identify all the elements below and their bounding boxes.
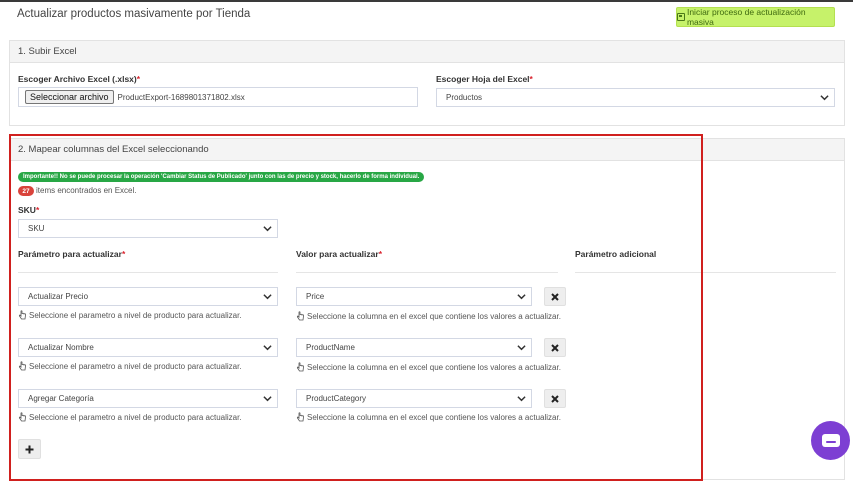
mapping-panel-title: 2. Mapear columnas del Excel seleccionan… <box>18 144 209 155</box>
top-border <box>0 0 853 2</box>
start-update-label: Iniciar proceso de actualización masiva <box>686 7 806 27</box>
file-name: ProductExport-1689801371802.xlsx <box>117 92 245 102</box>
hand-pointer-icon <box>296 412 304 422</box>
value-select-3[interactable]: ProductCategory <box>296 389 532 408</box>
page-title: Actualizar productos masivamente por Tie… <box>17 8 251 20</box>
hand-pointer-icon <box>296 362 304 372</box>
close-icon <box>551 292 559 301</box>
remove-row-button[interactable] <box>544 389 566 408</box>
column-divider <box>296 272 558 273</box>
sku-select-value: SKU <box>28 224 45 233</box>
sku-label-text: SKU <box>18 205 36 215</box>
param-help-text: Seleccione el parametro a nivel de produ… <box>18 361 242 371</box>
column-divider <box>575 272 836 273</box>
param-select-value: Agregar Categoría <box>28 394 94 403</box>
value-help-text: Seleccione la columna en el excel que co… <box>296 311 561 321</box>
sku-label: SKU* <box>18 205 39 215</box>
file-label-text: Escoger Archivo Excel (.xlsx) <box>18 74 137 84</box>
param-help-label: Seleccione el parametro a nivel de produ… <box>29 361 242 371</box>
chevron-down-icon <box>263 226 272 232</box>
value-column-text: Valor para actualizar <box>296 249 379 259</box>
param-help-label: Seleccione el parametro a nivel de produ… <box>29 310 242 320</box>
required-mark: * <box>35 205 40 215</box>
upload-panel-title: 1. Subir Excel <box>18 46 77 57</box>
sheet-select[interactable]: Productos <box>436 88 835 107</box>
param-column-text: Parámetro para actualizar <box>18 249 122 259</box>
param-select-2[interactable]: Actualizar Nombre <box>18 338 278 357</box>
value-select-value: ProductName <box>306 343 355 352</box>
value-select-value: Price <box>306 292 325 301</box>
mapping-panel-header: 2. Mapear columnas del Excel seleccionan… <box>10 139 844 161</box>
file-label: Escoger Archivo Excel (.xlsx)* <box>18 74 140 84</box>
param-select-value: Actualizar Precio <box>28 292 89 301</box>
param-column-header: Parámetro para actualizar* <box>18 249 125 259</box>
sheet-label-text: Escoger Hoja del Excel <box>436 74 530 84</box>
value-help-label: Seleccione la columna en el excel que co… <box>307 362 561 372</box>
chevron-down-icon <box>263 396 272 402</box>
value-select-value: ProductCategory <box>306 394 367 403</box>
save-icon <box>677 13 685 21</box>
file-input[interactable]: Seleccionar archivo ProductExport-168980… <box>18 87 418 107</box>
value-help-text: Seleccione la columna en el excel que co… <box>296 362 561 372</box>
chat-icon <box>821 434 840 447</box>
upload-panel-header: 1. Subir Excel <box>10 41 844 63</box>
sheet-label: Escoger Hoja del Excel* <box>436 74 533 84</box>
hand-pointer-icon <box>18 310 26 320</box>
value-select-1[interactable]: Price <box>296 287 532 306</box>
value-help-text: Seleccione la columna en el excel que co… <box>296 412 561 422</box>
required-mark: * <box>529 74 533 84</box>
param-select-value: Actualizar Nombre <box>28 343 94 352</box>
add-row-button[interactable] <box>18 439 41 459</box>
value-column-header: Valor para actualizar* <box>296 249 382 259</box>
items-count-badge: 27 <box>18 186 34 196</box>
hand-pointer-icon <box>18 361 26 371</box>
chat-launcher-button[interactable] <box>811 421 850 460</box>
alert-badge: Importante!! No se puede procesar la ope… <box>18 172 425 182</box>
hand-pointer-icon <box>296 311 304 321</box>
chevron-down-icon <box>263 294 272 300</box>
value-help-label: Seleccione la columna en el excel que co… <box>307 311 561 321</box>
close-icon <box>551 343 559 352</box>
param-select-3[interactable]: Agregar Categoría <box>18 389 278 408</box>
remove-row-button[interactable] <box>544 287 566 306</box>
plus-icon <box>25 445 34 453</box>
param-select-1[interactable]: Actualizar Precio <box>18 287 278 306</box>
param-help-label: Seleccione el parametro a nivel de produ… <box>29 412 242 422</box>
remove-row-button[interactable] <box>544 338 566 357</box>
sheet-select-value: Productos <box>446 93 483 102</box>
chevron-down-icon <box>517 345 526 351</box>
chevron-down-icon <box>820 95 829 101</box>
start-update-button[interactable]: Iniciar proceso de actualización masiva <box>676 7 835 27</box>
param-help-text: Seleccione el parametro a nivel de produ… <box>18 412 242 422</box>
value-help-label: Seleccione la columna en el excel que co… <box>307 412 561 422</box>
chevron-down-icon <box>517 396 526 402</box>
extra-column-header: Parámetro adicional <box>575 249 657 259</box>
column-divider <box>18 272 278 273</box>
required-mark: * <box>378 249 382 259</box>
required-mark: * <box>121 249 126 259</box>
hand-pointer-icon <box>18 412 26 422</box>
close-icon <box>551 394 559 403</box>
param-help-text: Seleccione el parametro a nivel de produ… <box>18 310 242 320</box>
items-found-text: items encontrados en Excel. <box>36 186 137 195</box>
chevron-down-icon <box>517 294 526 300</box>
required-mark: * <box>136 74 141 84</box>
sku-select[interactable]: SKU <box>18 219 278 238</box>
chevron-down-icon <box>263 345 272 351</box>
value-select-2[interactable]: ProductName <box>296 338 532 357</box>
select-file-button[interactable]: Seleccionar archivo <box>25 90 114 104</box>
